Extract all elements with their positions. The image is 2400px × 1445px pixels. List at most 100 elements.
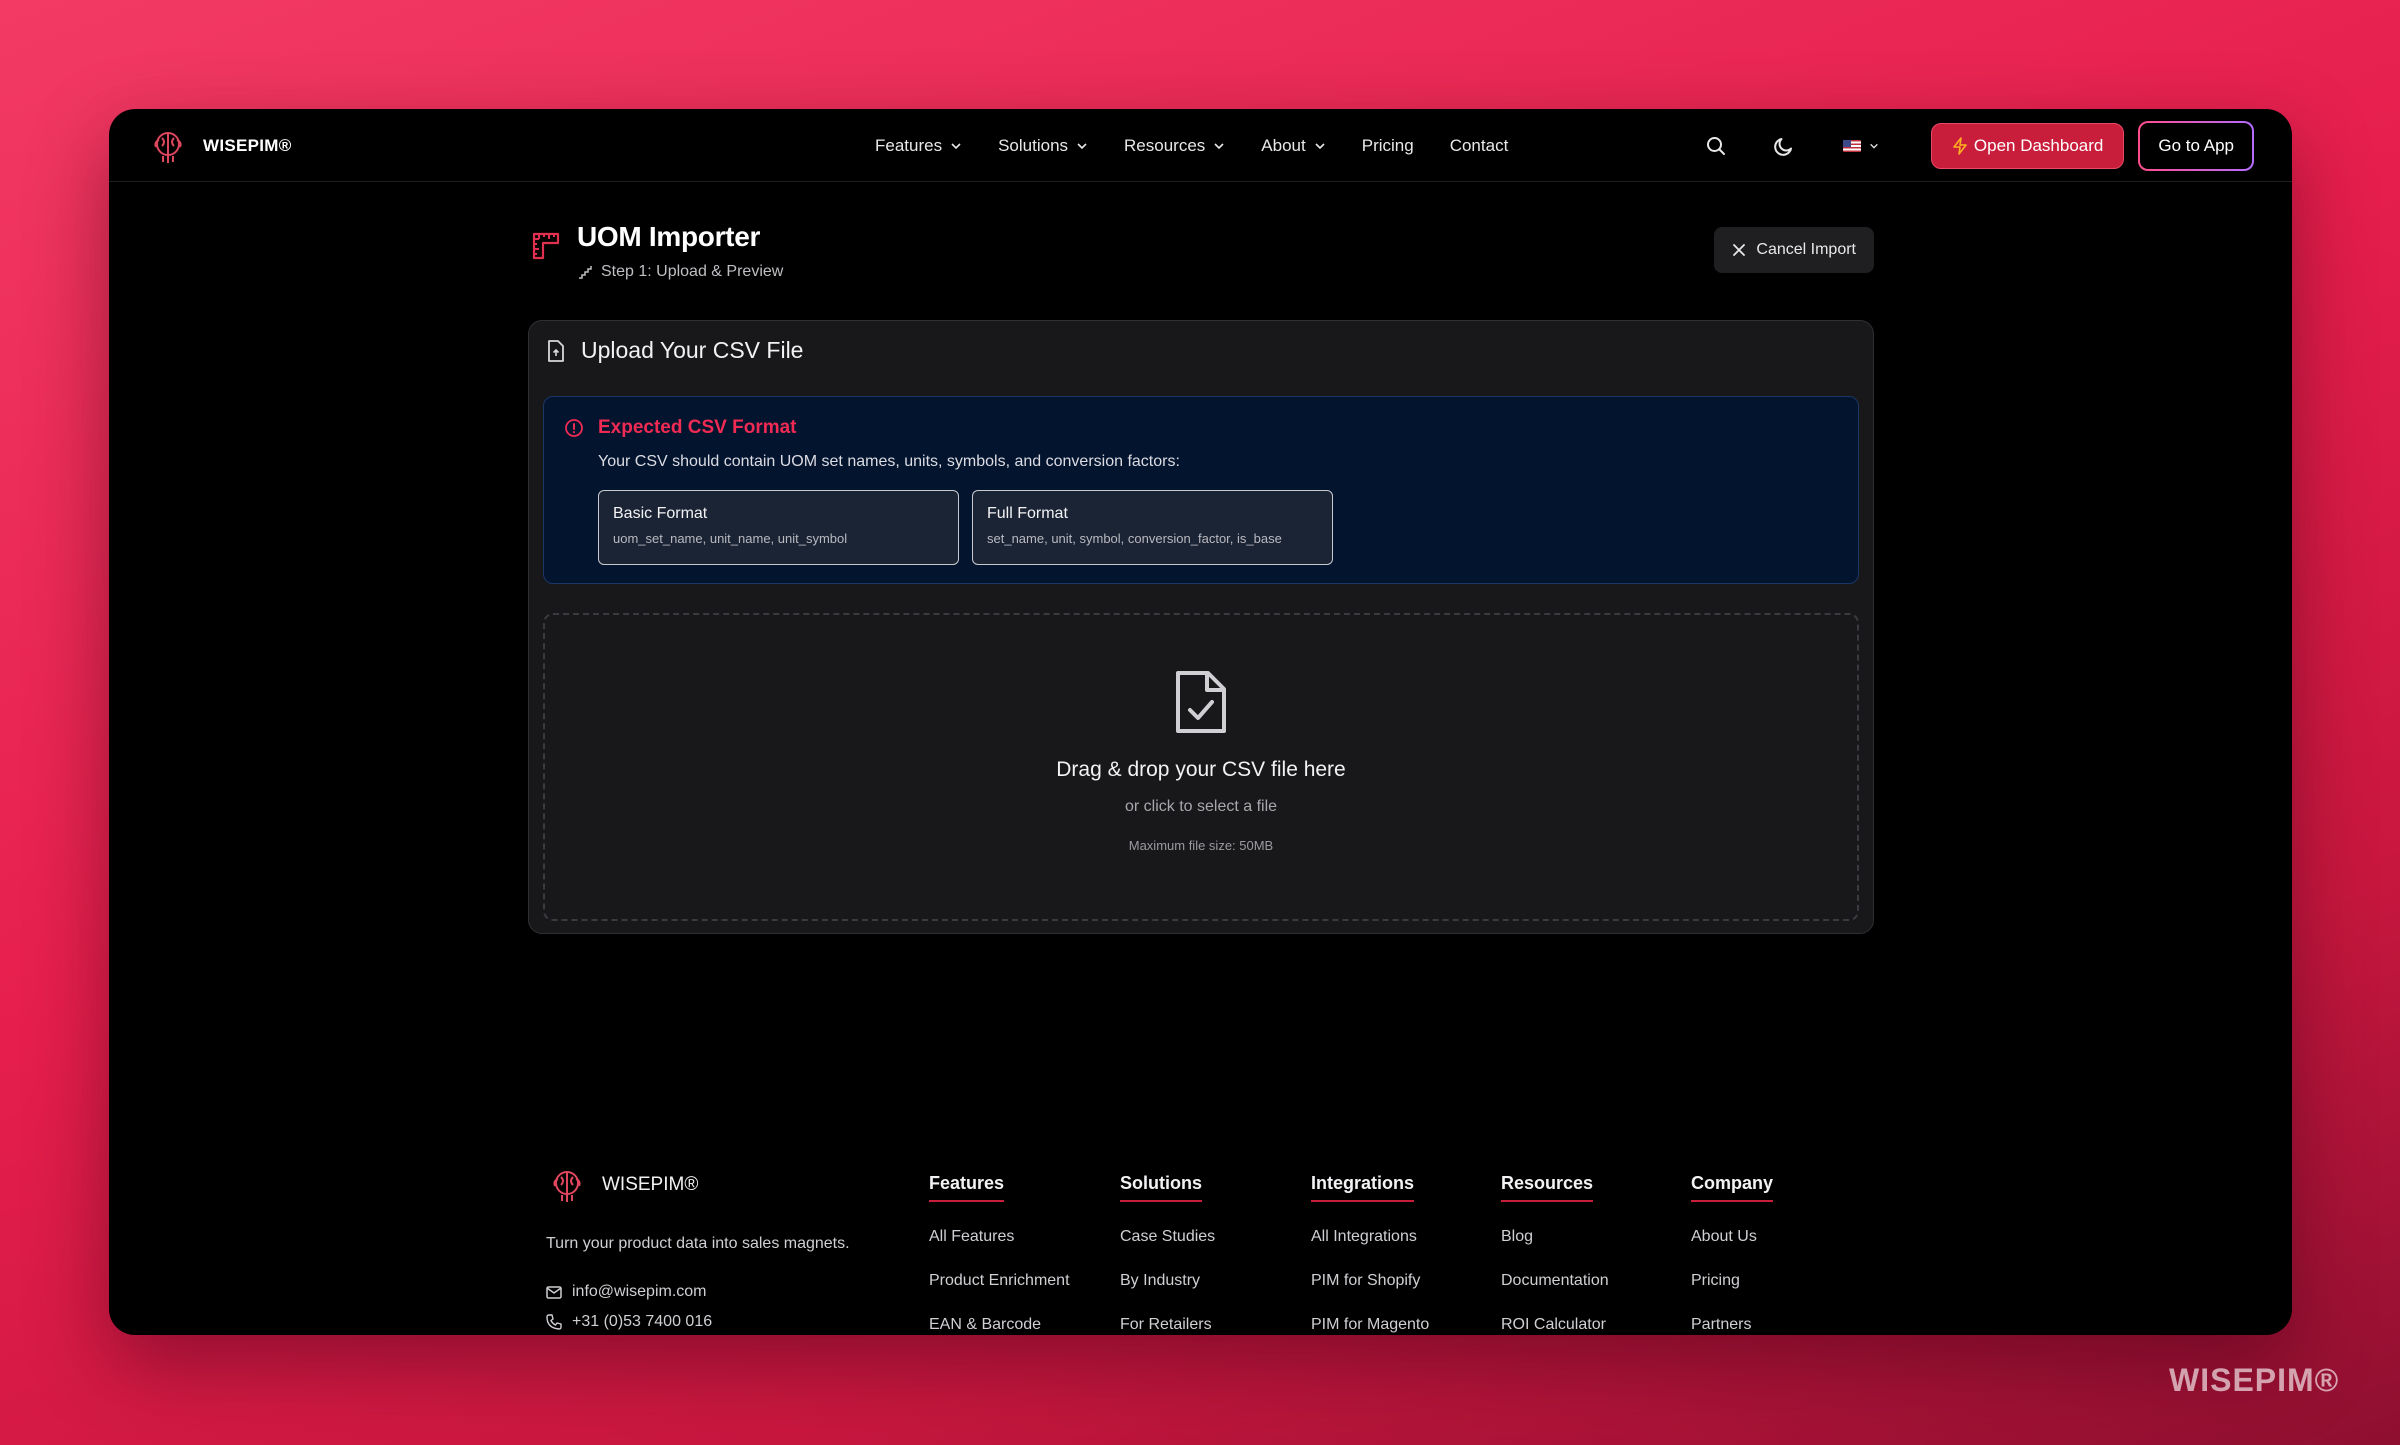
card-header: Upload Your CSV File [547,337,803,364]
dropzone-max-size: Maximum file size: 50MB [1128,838,1274,853]
footer-link[interactable]: Documentation [1501,1272,1609,1290]
chevron-down-icon [1077,142,1087,149]
footer-col-solutions: Solutions Case Studies By Industry For R… [1120,1173,1215,1334]
info-description: Your CSV should contain UOM set names, u… [598,453,1180,470]
footer-col-title: Solutions [1120,1173,1202,1202]
page-header: UOM Importer Step 1: Upload & Preview Ca… [529,221,1874,291]
footer-email-text: info@wisepim.com [572,1283,707,1300]
format-columns: uom_set_name, unit_name, unit_symbol [613,531,848,546]
footer-link[interactable]: Pricing [1691,1272,1773,1290]
dropzone-subtitle: or click to select a file [1124,798,1278,815]
chevron-down-icon [1214,142,1224,149]
step-label: Step 1: Upload & Preview [601,263,784,280]
footer-link[interactable]: All Integrations [1311,1228,1429,1246]
chevron-down-icon [1870,143,1878,149]
footer-col-title: Resources [1501,1173,1594,1202]
footer-link[interactable]: Blog [1501,1228,1609,1246]
search-button[interactable] [1693,123,1739,169]
brain-logo-icon [553,1171,581,1202]
top-navbar: WISEPIM® Features Solutions Resources Ab… [109,109,2292,182]
open-dashboard-button[interactable]: Open Dashboard [1930,123,2125,169]
footer-email[interactable]: info@wisepim.com [546,1283,707,1301]
footer-link[interactable]: Partners [1691,1316,1773,1334]
nav-about[interactable]: About [1261,136,1325,156]
dropzone-title: Drag & drop your CSV file here [1056,758,1346,781]
language-selector[interactable] [1842,140,1879,152]
cancel-import-button[interactable]: Cancel Import [1714,227,1874,273]
nav-pricing[interactable]: Pricing [1362,136,1414,156]
footer-link[interactable]: PIM for Magento [1311,1316,1429,1334]
footer-link[interactable]: PIM for Shopify [1311,1272,1429,1290]
nav-solutions[interactable]: Solutions [998,136,1088,156]
info-icon [565,419,583,437]
nav-features[interactable]: Features [875,136,962,156]
footer-link[interactable]: About Us [1691,1228,1773,1246]
footer-link[interactable]: Case Studies [1120,1228,1215,1246]
full-format-option[interactable]: Full Format set_name, unit, symbol, conv… [972,490,1333,565]
ruler-icon [532,232,560,260]
app-window: WISEPIM® Features Solutions Resources Ab… [109,109,2292,1335]
info-title: Expected CSV Format [598,417,797,438]
card-title: Upload Your CSV File [581,337,804,363]
file-upload-icon [548,339,564,362]
footer-phone[interactable]: +31 (0)53 7400 016 [546,1313,712,1331]
footer-link[interactable]: ROI Calculator [1501,1316,1609,1334]
footer: WISEPIM® Turn your product data into sal… [109,1159,2292,1335]
footer-link[interactable]: Product Enrichment [929,1272,1070,1290]
footer-col-title: Features [929,1173,1005,1202]
main-nav: Features Solutions Resources About Prici… [875,109,1544,182]
footer-col-title: Company [1691,1173,1774,1202]
footer-col-title: Integrations [1311,1173,1415,1202]
format-name: Full Format [987,505,1068,522]
us-flag-icon [1842,140,1861,152]
nav-actions: Open Dashboard Go to App [1693,121,2254,171]
footer-tagline: Turn your product data into sales magnet… [546,1235,850,1252]
file-check-icon [1176,671,1226,733]
csv-format-info: Expected CSV Format Your CSV should cont… [543,396,1859,584]
nav-features-label: Features [875,135,943,155]
brand-name: WISEPIM® [203,136,292,155]
lightning-icon [1953,137,1967,155]
close-icon [1733,244,1746,256]
footer-col-integrations: Integrations All Integrations PIM for Sh… [1311,1173,1429,1334]
footer-link[interactable]: EAN & Barcode [929,1316,1070,1334]
watermark: WISEPIM® [2169,1362,2340,1398]
chevron-down-icon [951,142,961,149]
nav-contact-label: Contact [1449,135,1509,155]
nav-about-label: About [1261,135,1306,155]
footer-brand-name: WISEPIM® [602,1174,699,1195]
footer-phone-text: +31 (0)53 7400 016 [572,1313,713,1330]
basic-format-option[interactable]: Basic Format uom_set_name, unit_name, un… [598,490,959,565]
footer-link[interactable]: For Retailers [1120,1316,1215,1334]
nav-resources-label: Resources [1124,135,1206,155]
upload-card: Upload Your CSV File Expected CSV Format… [528,320,1874,934]
theme-toggle-button[interactable] [1761,123,1807,169]
footer-col-features: Features All Features Product Enrichment… [929,1173,1070,1334]
nav-resources[interactable]: Resources [1124,136,1225,156]
footer-col-resources: Resources Blog Documentation ROI Calcula… [1501,1173,1609,1334]
chevron-down-icon [1315,142,1325,149]
brand-logo[interactable]: WISEPIM® [147,126,292,166]
mail-icon [546,1285,562,1299]
nav-solutions-label: Solutions [998,135,1069,155]
step-indicator: Step 1: Upload & Preview [577,263,783,281]
footer-link[interactable]: By Industry [1120,1272,1215,1290]
format-columns: set_name, unit, symbol, conversion_facto… [987,531,1282,546]
cancel-import-label: Cancel Import [1756,241,1856,258]
nav-pricing-label: Pricing [1361,135,1414,155]
go-to-app-label: Go to App [2158,136,2234,155]
moon-icon [1774,138,1792,156]
footer-col-company: Company About Us Pricing Partners [1691,1173,1774,1334]
open-dashboard-label: Open Dashboard [1973,136,2104,155]
format-name: Basic Format [613,505,708,522]
stairs-icon [579,266,592,279]
search-icon [1706,137,1725,155]
brain-logo-icon [154,132,182,163]
page-title: UOM Importer [577,221,761,252]
nav-contact[interactable]: Contact [1450,136,1509,156]
phone-icon [546,1314,562,1330]
file-dropzone[interactable]: Drag & drop your CSV file here or click … [543,613,1859,921]
footer-link[interactable]: All Features [929,1228,1070,1246]
footer-brand[interactable]: WISEPIM® [546,1165,698,1205]
go-to-app-button[interactable]: Go to App [2138,121,2254,171]
